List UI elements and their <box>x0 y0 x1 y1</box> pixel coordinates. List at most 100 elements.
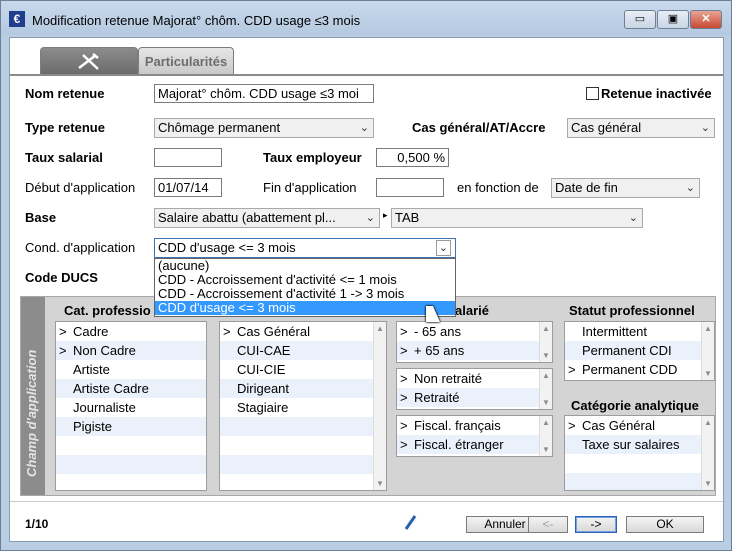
taux-employeur-field[interactable]: 0,500 % <box>376 148 449 167</box>
cat-professionnelle-list[interactable]: > Cadre > Non Cadre Artiste Artiste Cadre … <box>55 321 207 491</box>
categorie-analytique-list[interactable]: > Cas Général Taxe sur salaires ▲ ▼ <box>564 415 715 491</box>
list-item[interactable]: Dirigeant <box>220 379 386 398</box>
list-item[interactable]: > Non retraité <box>397 369 552 388</box>
base2-combo[interactable]: TAB ⌄ <box>391 208 643 228</box>
scroll-up-icon: ▲ <box>542 371 550 380</box>
chevron-down-icon: ⌄ <box>685 182 695 194</box>
chevron-down-icon: ⌄ <box>359 122 369 134</box>
scroll-down-icon: ▼ <box>542 445 550 454</box>
list-item[interactable]: Artiste <box>56 360 206 379</box>
nom-retenue-field[interactable]: Majorat° chôm. CDD usage ≤3 moi <box>154 84 374 103</box>
list-item[interactable]: Artiste Cadre <box>56 379 206 398</box>
list-item[interactable]: Permanent CDI <box>565 341 714 360</box>
list-item[interactable]: > Cadre <box>56 322 206 341</box>
dropdown-option[interactable]: CDD - Accroissement d'activité <= 1 mois <box>155 273 455 287</box>
list-item[interactable]: Taxe sur salaires <box>565 435 714 454</box>
categorie-analytique-header: Catégorie analytique <box>571 398 699 413</box>
dropdown-option[interactable]: CDD - Accroissement d'activité 1 -> 3 mo… <box>155 287 455 301</box>
list-item[interactable] <box>56 455 206 474</box>
type-contrat-list[interactable]: > Cas Général CUI-CAE CUI-CIE Dirigeant S… <box>219 321 387 491</box>
list-item[interactable] <box>220 455 386 474</box>
ok-button[interactable]: OK <box>626 516 704 533</box>
retenue-inactivee-checkbox[interactable] <box>586 87 599 100</box>
cas-general-label: Cas général/AT/Accre <box>412 120 546 135</box>
debut-application-field[interactable]: 01/07/14 <box>154 178 222 197</box>
list-item[interactable]: > Fiscal. étranger <box>397 435 552 454</box>
scrollbar[interactable]: ▲ ▼ <box>539 322 552 362</box>
scrollbar[interactable]: ▲ ▼ <box>701 416 714 490</box>
list-item[interactable]: > + 65 ans <box>397 341 552 360</box>
scroll-down-icon: ▼ <box>376 479 384 488</box>
list-item[interactable]: > Fiscal. français <box>397 416 552 435</box>
taux-salarial-field[interactable] <box>154 148 222 167</box>
age-list[interactable]: > - 65 ans > + 65 ans ▲ ▼ <box>396 321 553 363</box>
chevron-down-icon: ⌄ <box>435 240 451 256</box>
tab-particularites[interactable]: Particularités <box>138 47 234 75</box>
maximize-button[interactable]: ▣ <box>657 10 689 29</box>
debut-application-label: Début d'application <box>25 180 136 195</box>
scrollbar[interactable]: ▲ ▼ <box>539 416 552 456</box>
list-item[interactable]: > Non Cadre <box>56 341 206 360</box>
list-item[interactable]: > Cas Général <box>565 416 714 435</box>
tools-icon <box>78 53 99 70</box>
base-label: Base <box>25 210 57 225</box>
list-item[interactable]: Journaliste <box>56 398 206 417</box>
cond-application-label: Cond. d'application <box>25 240 136 255</box>
scroll-down-icon: ▼ <box>704 479 712 488</box>
list-item[interactable] <box>220 417 386 436</box>
code-ducs-label: Code DUCS <box>25 270 98 285</box>
list-item[interactable]: Stagiaire <box>220 398 386 417</box>
cas-general-value: Cas général <box>571 120 642 135</box>
list-item[interactable] <box>565 473 714 490</box>
fiscalite-list[interactable]: > Fiscal. français > Fiscal. étranger ▲ ▼ <box>396 415 553 457</box>
cas-general-combo[interactable]: Cas général ⌄ <box>567 118 715 138</box>
list-item[interactable] <box>565 454 714 473</box>
list-item[interactable]: Intermittent <box>565 322 714 341</box>
scroll-up-icon: ▲ <box>376 324 384 333</box>
fin-application-field[interactable] <box>376 178 444 197</box>
list-item[interactable]: > Retraité <box>397 388 552 407</box>
cond-application-value: CDD d'usage <= 3 mois <box>158 240 296 255</box>
salarie-header: alarié <box>455 303 489 318</box>
base-combo[interactable]: Salaire abattu (abattement pl... ⌄ <box>154 208 380 228</box>
list-item[interactable]: CUI-CAE <box>220 341 386 360</box>
scrollbar[interactable]: ▲ ▼ <box>539 369 552 409</box>
scroll-down-icon: ▼ <box>704 369 712 378</box>
retraite-list[interactable]: > Non retraité > Retraité ▲ ▼ <box>396 368 553 410</box>
cond-application-dropdown[interactable]: (aucune) CDD - Accroissement d'activité … <box>154 258 456 317</box>
mouse-cursor-icon <box>426 306 440 322</box>
statut-professionnel-list[interactable]: Intermittent Permanent CDI > Permanent CD… <box>564 321 715 381</box>
window-title: Modification retenue Majorat° chôm. CDD … <box>32 13 361 28</box>
type-retenue-value: Chômage permanent <box>158 120 281 135</box>
scroll-down-icon: ▼ <box>542 351 550 360</box>
list-item[interactable] <box>56 436 206 455</box>
list-item[interactable] <box>220 436 386 455</box>
cat-professionnelle-header: Cat. professio <box>64 303 151 318</box>
tab-general[interactable] <box>40 47 138 75</box>
pen-icon[interactable] <box>404 513 418 531</box>
scrollbar[interactable]: ▲ ▼ <box>701 322 714 380</box>
type-retenue-combo[interactable]: Chômage permanent ⌄ <box>154 118 374 138</box>
previous-button[interactable]: <- <box>528 516 568 533</box>
en-fonction-combo[interactable]: Date de fin ⌄ <box>551 178 700 198</box>
scrollbar[interactable]: ▲ ▼ <box>373 322 386 490</box>
en-fonction-label: en fonction de <box>457 180 539 195</box>
scroll-up-icon: ▲ <box>542 418 550 427</box>
champ-vertical-banner: Champ d'application <box>21 297 45 495</box>
dropdown-option[interactable]: (aucune) <box>155 259 455 273</box>
footer-bar: 1/10 Annuler <- -> OK <box>10 501 723 541</box>
cond-application-combo[interactable]: CDD d'usage <= 3 mois ⌄ <box>154 238 456 258</box>
list-item[interactable]: > - 65 ans <box>397 322 552 341</box>
close-button[interactable]: ✕ <box>690 10 722 29</box>
minimize-button[interactable]: ▭ <box>624 10 656 29</box>
list-item[interactable]: CUI-CIE <box>220 360 386 379</box>
dialog-client-area: Particularités Nom retenue Majorat° chôm… <box>9 37 724 542</box>
list-item[interactable]: Pigiste <box>56 417 206 436</box>
retenue-inactivee-label: Retenue inactivée <box>601 86 712 101</box>
taux-employeur-label: Taux employeur <box>263 150 362 165</box>
dropdown-option-selected[interactable]: CDD d'usage <= 3 mois <box>155 301 455 315</box>
list-item[interactable]: > Permanent CDD <box>565 360 714 379</box>
title-bar[interactable]: € Modification retenue Majorat° chôm. CD… <box>1 1 731 35</box>
next-button[interactable]: -> <box>575 516 617 533</box>
list-item[interactable]: > Cas Général <box>220 322 386 341</box>
